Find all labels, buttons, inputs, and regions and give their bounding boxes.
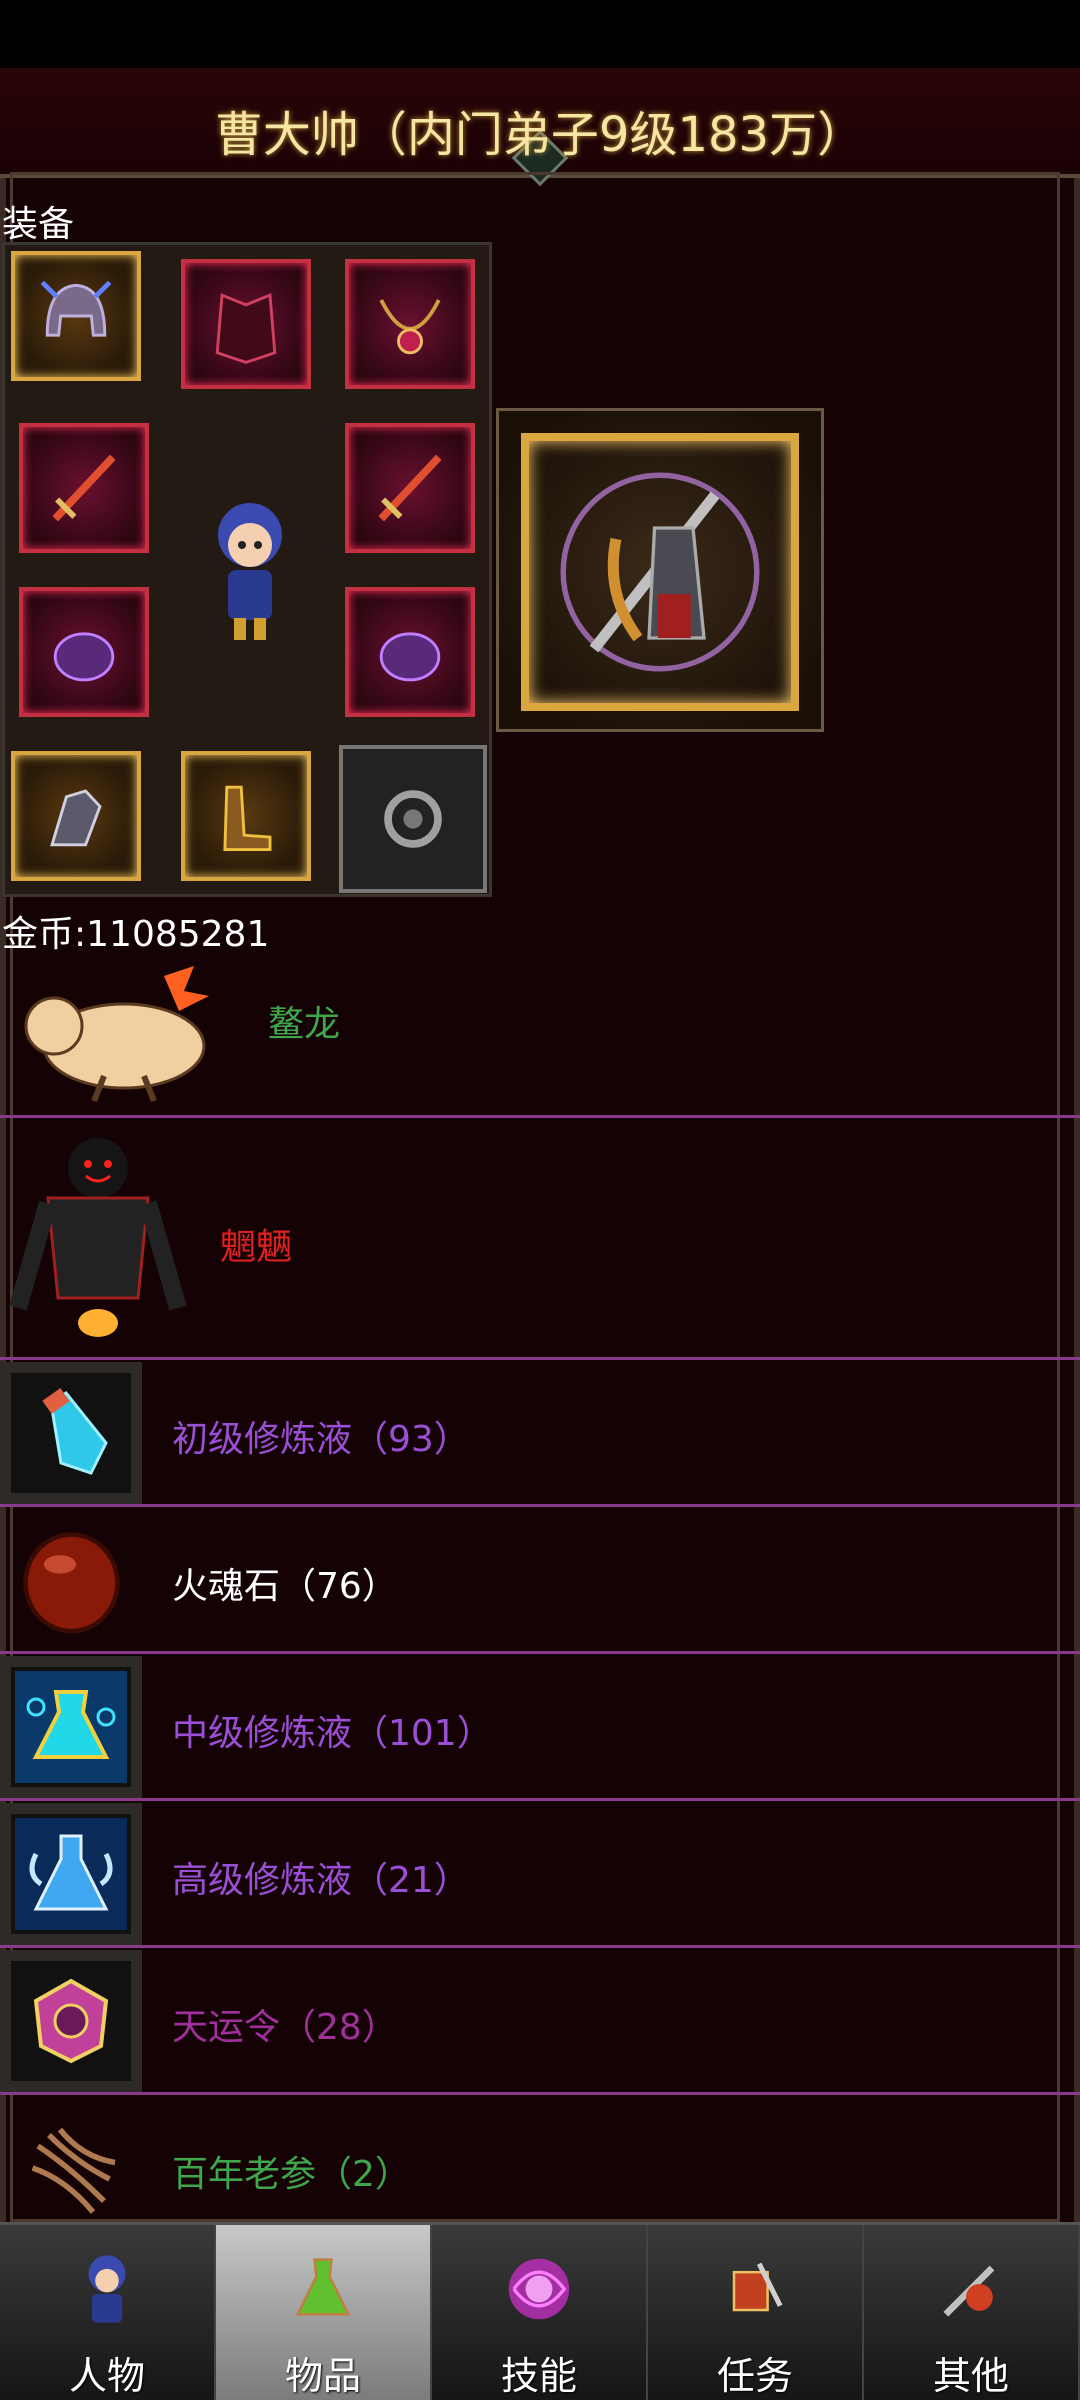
tab-items[interactable]: 物品 [216, 2225, 432, 2400]
tab-skills[interactable]: 技能 [432, 2225, 648, 2400]
bracer-right-icon [379, 632, 441, 682]
item-row[interactable]: 火魂石（76） [0, 1507, 1080, 1654]
bracer-left-icon [53, 632, 115, 682]
tab-label: 人物 [68, 2354, 145, 2398]
item-icon-slot [0, 2097, 142, 2239]
ring-icon [384, 790, 442, 848]
equipment-section-label: 装备 [2, 204, 75, 245]
ginseng-icon [31, 2127, 116, 2214]
item-label: 火魂石（76） [172, 1566, 398, 1607]
equip-slot-ring[interactable] [339, 745, 487, 893]
flask-cyan-icon [26, 1690, 116, 1759]
pet-row[interactable]: 鳌龙 [0, 950, 1080, 1118]
vial-blue-icon [42, 1388, 108, 1475]
equip-slot-armor[interactable] [181, 259, 311, 389]
item-row[interactable]: 高级修炼液（21） [0, 1801, 1080, 1948]
sword-right-icon [378, 454, 442, 522]
helmet-icon [40, 280, 112, 337]
tab-character[interactable]: 人物 [0, 2225, 216, 2400]
fire-stone-icon [22, 1531, 120, 1633]
equip-slot-necklace[interactable] [345, 259, 475, 389]
character-icon [88, 2255, 126, 2323]
dragon-pet-icon [24, 966, 209, 1103]
sword-left-icon [52, 454, 116, 522]
item-icon-frame [11, 1373, 131, 1493]
item-label: 天运令（28） [172, 2007, 398, 2048]
featured-weapon-slot[interactable] [496, 408, 824, 732]
quest-icon [732, 2262, 783, 2312]
tab-quests[interactable]: 任务 [648, 2225, 864, 2400]
equip-slot-gauntlet[interactable] [11, 751, 141, 881]
item-label: 初级修炼液（93） [172, 1419, 470, 1460]
featured-weapon-frame [521, 433, 799, 711]
page-title: 曹大帅（内门弟子9级183万） [214, 107, 866, 163]
status-bar [0, 0, 1080, 68]
item-row[interactable]: 初级修炼液（93） [0, 1360, 1080, 1507]
item-icon-frame [11, 1814, 131, 1934]
item-label: 百年老参（2） [172, 2154, 411, 2195]
equip-slot-boots[interactable] [181, 751, 311, 881]
item-row[interactable]: 百年老参（2） [0, 2095, 1080, 2222]
tab-label: 任务 [716, 2354, 793, 2398]
bottom-nav: 人物 物品 技能 任务 其他 [0, 2222, 1080, 2400]
token-icon [33, 1978, 109, 2064]
equip-slot-weapon-left[interactable] [19, 423, 149, 553]
gauntlet-icon [50, 789, 102, 847]
boots-icon [223, 785, 272, 852]
other-icon [943, 2265, 995, 2317]
pet-name: 鳌龙 [268, 1004, 341, 1045]
item-icon-slot [0, 1950, 142, 2092]
item-row[interactable]: 中级修炼液（101） [0, 1654, 1080, 1801]
flask-winged-icon [29, 1834, 113, 1911]
item-row[interactable]: 天运令（28） [0, 1948, 1080, 2095]
item-label: 高级修炼液（21） [172, 1860, 470, 1901]
potion-icon [295, 2258, 351, 2316]
tab-label: 其他 [932, 2354, 1009, 2398]
equip-slot-bracer-right[interactable] [345, 587, 475, 717]
tab-other[interactable]: 其他 [864, 2225, 1080, 2400]
item-icon-frame [11, 1961, 131, 2081]
item-icon-slot [0, 1362, 142, 1504]
equip-slot-helmet[interactable] [11, 251, 141, 381]
warrior-weapon-icon [560, 472, 760, 672]
pet-name: 魍魉 [220, 1227, 293, 1268]
tab-label: 物品 [284, 2354, 361, 2398]
armor-icon [215, 293, 277, 364]
demon-pet-icon [9, 1138, 187, 1337]
skill-orb-icon [508, 2258, 570, 2320]
pet-row[interactable]: 魍魉 [0, 1118, 1080, 1360]
equip-slot-bracer-left[interactable] [19, 587, 149, 717]
item-icon-slot [0, 1656, 142, 1798]
character-avatar [218, 503, 282, 640]
equip-slot-weapon-right[interactable] [345, 423, 475, 553]
tab-label: 技能 [500, 2354, 577, 2398]
necklace-icon [379, 299, 441, 355]
item-icon-slot [0, 1803, 142, 1945]
item-icon-frame [11, 1667, 131, 1787]
item-label: 中级修炼液（101） [172, 1713, 493, 1754]
item-icon-slot [0, 1509, 142, 1651]
